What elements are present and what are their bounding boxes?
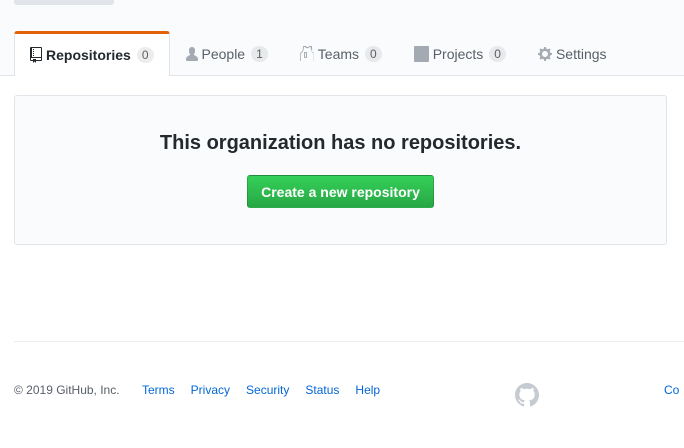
empty-state-title: This organization has no repositories. bbox=[159, 132, 522, 154]
github-mark-icon[interactable] bbox=[515, 383, 539, 407]
person-icon bbox=[185, 46, 198, 62]
tab-counter: 1 bbox=[251, 46, 268, 62]
tab-counter: 0 bbox=[136, 47, 154, 63]
tab-people[interactable]: People 1 bbox=[170, 32, 284, 75]
header-stub bbox=[14, 0, 114, 5]
tab-label: Teams bbox=[317, 46, 360, 62]
footer-divider bbox=[14, 341, 684, 342]
footer-link-security[interactable]: Security bbox=[246, 383, 289, 397]
repo-icon bbox=[30, 47, 42, 63]
gear-icon bbox=[537, 46, 552, 62]
jersey-icon bbox=[300, 46, 314, 62]
footer-links: Terms Privacy Security Status Help bbox=[142, 383, 396, 397]
org-header: Repositories 0 People 1 Teams 0 Projects… bbox=[0, 0, 684, 76]
footer-link-status[interactable]: Status bbox=[305, 383, 339, 397]
footer-link-contact[interactable]: Co bbox=[664, 383, 679, 397]
tab-counter: 0 bbox=[489, 46, 506, 62]
tab-label: People bbox=[201, 46, 246, 62]
org-nav-tabs: Repositories 0 People 1 Teams 0 Projects… bbox=[14, 31, 623, 76]
copyright-text: © 2019 GitHub, Inc. bbox=[14, 383, 120, 397]
create-repository-button[interactable]: Create a new repository bbox=[247, 175, 434, 208]
tab-settings[interactable]: Settings bbox=[522, 32, 623, 75]
tab-label: Projects bbox=[432, 46, 484, 62]
tab-label: Settings bbox=[555, 46, 607, 62]
tab-repositories[interactable]: Repositories 0 bbox=[14, 31, 170, 76]
tab-counter: 0 bbox=[365, 46, 382, 62]
footer-link-privacy[interactable]: Privacy bbox=[191, 383, 230, 397]
tab-projects[interactable]: Projects 0 bbox=[398, 32, 522, 75]
footer-link-terms[interactable]: Terms bbox=[142, 383, 175, 397]
project-icon bbox=[413, 46, 429, 62]
tab-label: Repositories bbox=[46, 47, 131, 63]
footer-link-help[interactable]: Help bbox=[355, 383, 380, 397]
tab-teams[interactable]: Teams 0 bbox=[284, 32, 398, 75]
empty-repositories-blankslate: This organization has no repositories. C… bbox=[14, 95, 667, 245]
